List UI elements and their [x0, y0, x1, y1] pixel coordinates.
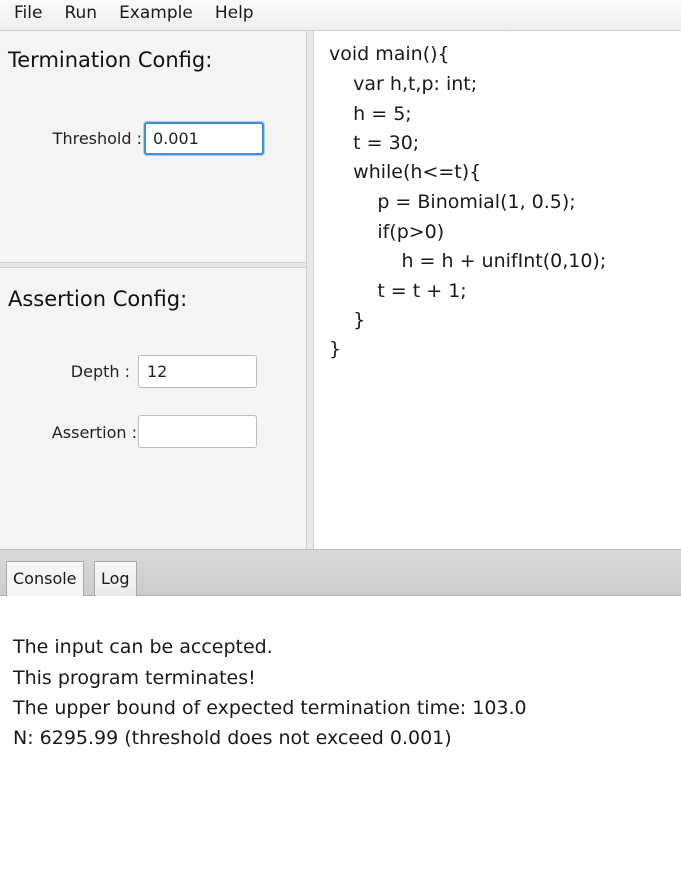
assertion-input[interactable]: [138, 415, 257, 448]
code-line: t = t + 1;: [329, 280, 467, 302]
code-line: while(h<=t){: [329, 161, 482, 183]
code-line: }: [329, 338, 342, 360]
code-line: }: [329, 309, 366, 331]
assertion-label: Assertion :: [51, 423, 137, 442]
depth-input[interactable]: [138, 355, 257, 388]
menu-file[interactable]: File: [6, 0, 50, 31]
code-editor[interactable]: void main(){ var h,t,p: int; h = 5; t = …: [314, 31, 681, 549]
tab-console[interactable]: Console: [6, 561, 84, 596]
console-line: The input can be accepted.: [13, 636, 273, 658]
config-panel: Termination Config: Threshold : Assertio…: [0, 31, 306, 549]
tab-log[interactable]: Log: [94, 561, 137, 596]
code-line: p = Binomial(1, 0.5);: [329, 191, 576, 213]
console-line: This program terminates!: [13, 667, 256, 689]
threshold-label: Threshold :: [52, 129, 142, 148]
code-line: h = h + unifInt(0,10);: [329, 250, 607, 272]
menu-example[interactable]: Example: [111, 0, 201, 31]
application-window: File Run Example Help Termination Config…: [0, 0, 681, 891]
left-split-divider[interactable]: [0, 262, 306, 268]
code-line: h = 5;: [329, 103, 412, 125]
assertion-config-title: Assertion Config:: [8, 287, 188, 311]
console-line: The upper bound of expected termination …: [13, 697, 527, 719]
depth-label: Depth :: [70, 362, 130, 381]
main-split-divider[interactable]: [306, 31, 314, 549]
termination-config-title: Termination Config:: [8, 48, 213, 72]
output-tab-bar: Console Log: [0, 549, 681, 596]
menu-help[interactable]: Help: [207, 0, 262, 31]
console-output: The input can be accepted. This program …: [0, 596, 681, 891]
code-line: if(p>0): [329, 221, 445, 243]
threshold-input[interactable]: [144, 122, 264, 155]
menu-bar: File Run Example Help: [0, 0, 681, 31]
code-line: t = 30;: [329, 132, 420, 154]
menu-run[interactable]: Run: [56, 0, 105, 31]
console-line: N: 6295.99 (threshold does not exceed 0.…: [13, 727, 452, 749]
code-line: void main(){: [329, 43, 450, 65]
code-line: var h,t,p: int;: [329, 73, 478, 95]
